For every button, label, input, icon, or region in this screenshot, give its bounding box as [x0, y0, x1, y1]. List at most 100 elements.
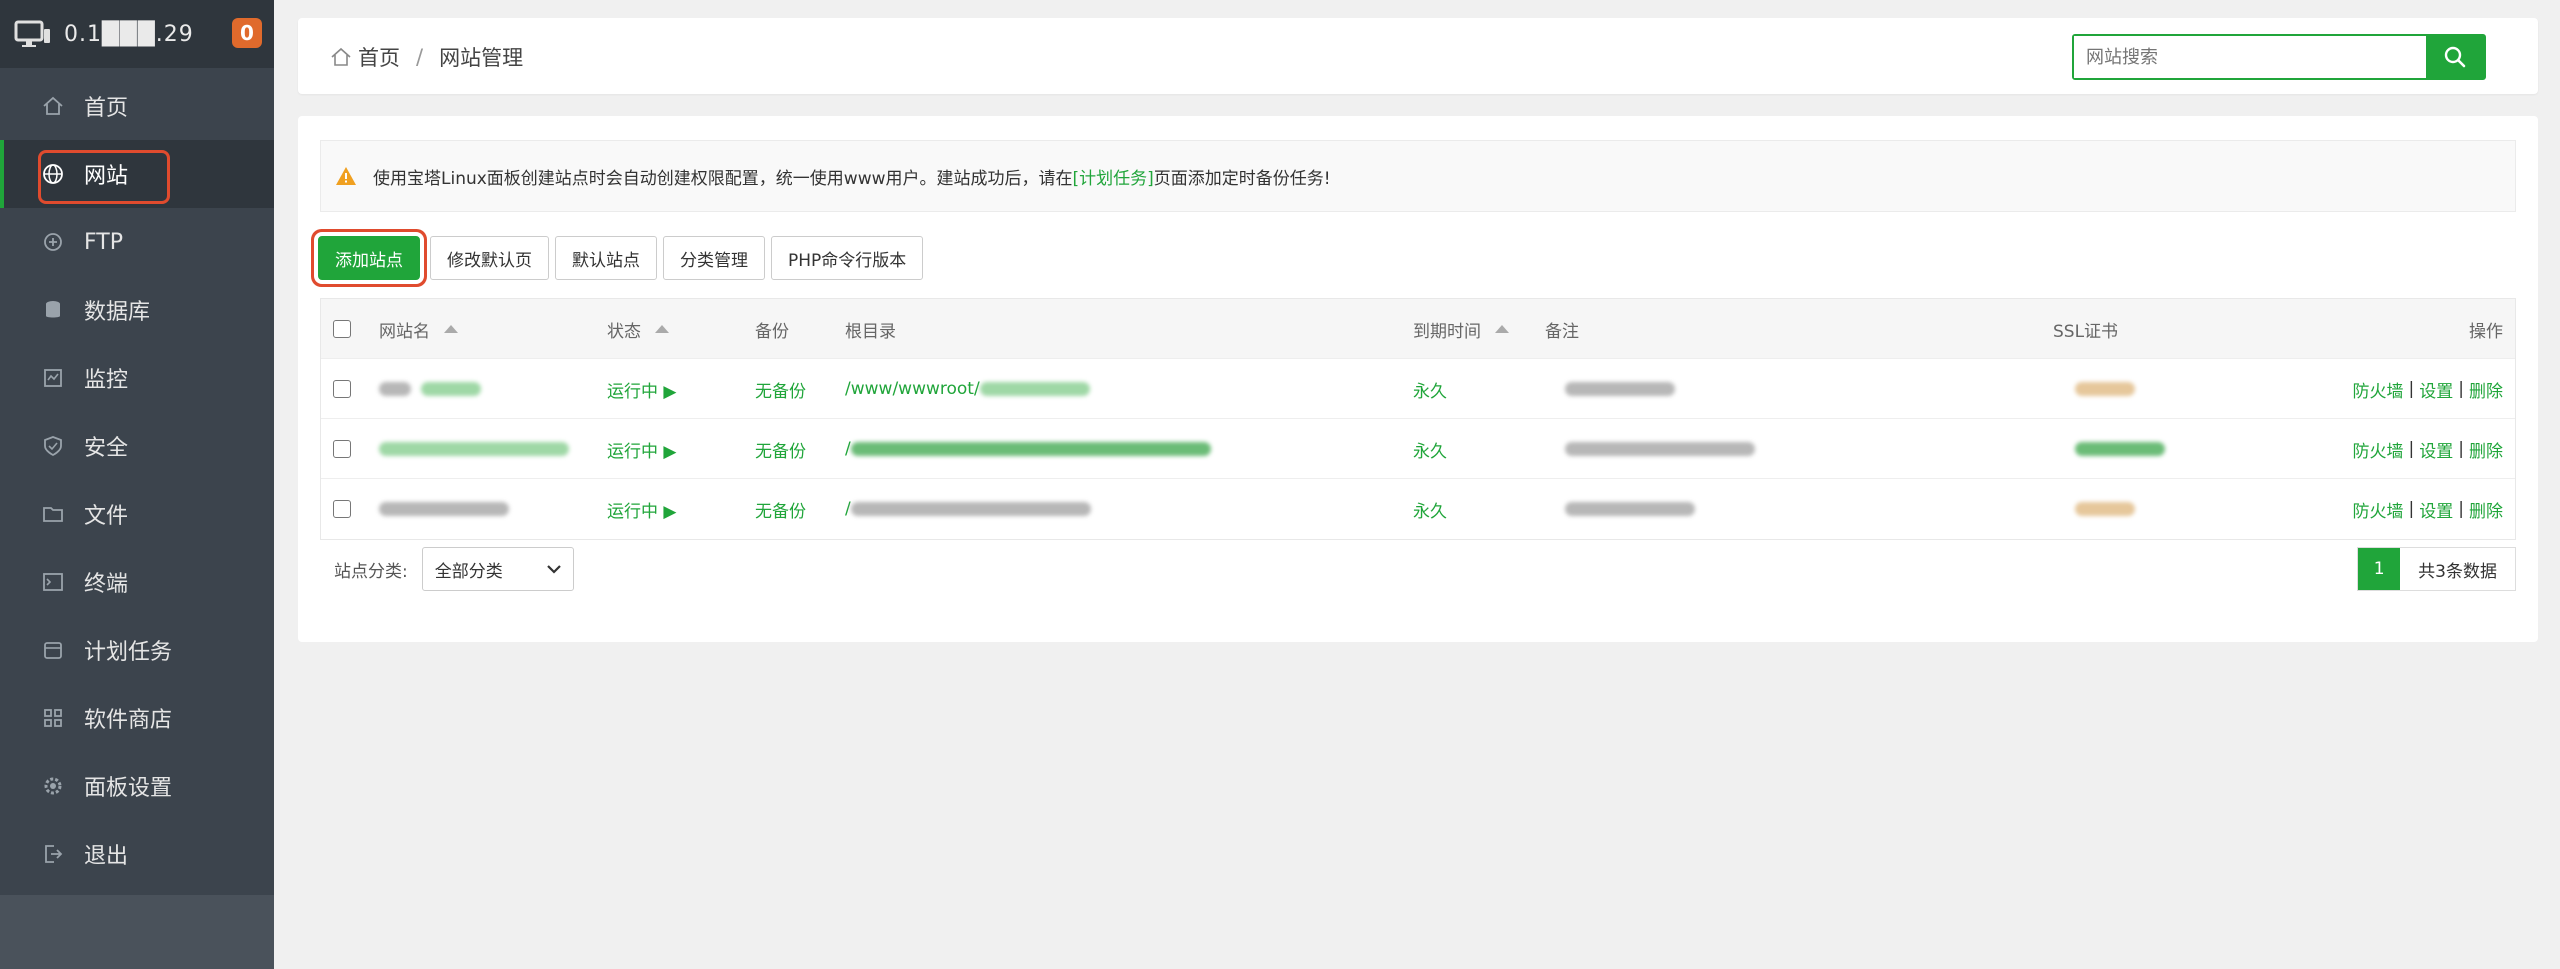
sort-icon	[444, 325, 458, 333]
breadcrumb-home[interactable]: 首页	[358, 42, 400, 72]
monitor-icon	[14, 20, 50, 47]
header-label: 状态	[607, 321, 641, 342]
settings-link[interactable]: 设置	[2419, 377, 2453, 402]
backup-none[interactable]: 无备份	[755, 419, 806, 479]
notification-badge[interactable]: 0	[232, 18, 262, 48]
separator: |	[2408, 499, 2415, 519]
chevron-down-icon	[546, 565, 561, 574]
category-manage-button[interactable]: 分类管理	[663, 236, 765, 280]
site-name[interactable]	[379, 479, 509, 539]
sidebar-item-database[interactable]: 数据库	[0, 276, 274, 344]
redacted-text	[379, 502, 509, 516]
gear-icon	[40, 773, 66, 799]
sidebar-item-cron[interactable]: 计划任务	[0, 616, 274, 684]
php-cli-version-button[interactable]: PHP命令行版本	[771, 236, 924, 280]
main-panel: 使用宝塔Linux面板创建站点时会自动创建权限配置，统一使用www用户。建站成功…	[298, 116, 2538, 642]
sidebar-item-store[interactable]: 软件商店	[0, 684, 274, 752]
col-status[interactable]: 状态	[607, 299, 669, 359]
sidebar-item-home[interactable]: 首页	[0, 72, 274, 140]
remark[interactable]	[1565, 419, 1755, 479]
calendar-icon	[40, 637, 66, 663]
firewall-link[interactable]: 防火墙	[2353, 377, 2404, 402]
status-running[interactable]: 运行中 ▶	[607, 419, 676, 479]
root-dir[interactable]: /	[845, 479, 1091, 539]
settings-link[interactable]: 设置	[2419, 437, 2453, 462]
edit-default-page-button[interactable]: 修改默认页	[430, 236, 549, 280]
logout-icon	[40, 841, 66, 867]
page-button-current[interactable]: 1	[2358, 548, 2401, 590]
category-select[interactable]: 全部分类	[421, 547, 574, 591]
select-all-checkbox[interactable]	[333, 320, 351, 338]
redacted-text	[1565, 382, 1675, 396]
row-checkbox[interactable]	[333, 440, 351, 458]
firewall-link[interactable]: 防火墙	[2353, 497, 2404, 522]
sidebar-item-settings[interactable]: 面板设置	[0, 752, 274, 820]
remark[interactable]	[1565, 479, 1695, 539]
breadcrumb: 首页 / 网站管理	[330, 42, 523, 72]
root-dir[interactable]: /www/wwwroot/	[845, 359, 1090, 419]
sidebar-item-logout[interactable]: 退出	[0, 820, 274, 888]
search-input[interactable]	[2074, 36, 2426, 78]
header-label: 到期时间	[1413, 321, 1481, 342]
table-header: 网站名 状态 备份 根目录 到期时间 备注 SSL证书 操作	[321, 299, 2515, 359]
site-name[interactable]	[379, 359, 481, 419]
notice-text-end: 页面添加定时备份任务!	[1153, 168, 1331, 189]
server-host: 0.1███.29	[64, 21, 194, 47]
sidebar-item-website[interactable]: 网站	[0, 140, 274, 208]
add-site-button[interactable]: 添加站点	[318, 236, 420, 280]
ssl-cert[interactable]	[2075, 419, 2165, 479]
header-label: 备份	[755, 321, 789, 342]
sort-icon	[655, 325, 669, 333]
col-name[interactable]: 网站名	[379, 299, 458, 359]
globe-icon	[40, 161, 66, 187]
search-button[interactable]	[2426, 36, 2484, 78]
default-site-button[interactable]: 默认站点	[555, 236, 657, 280]
expire-forever[interactable]: 永久	[1413, 479, 1447, 539]
redacted-text	[2075, 442, 2165, 456]
redacted-text	[1565, 502, 1695, 516]
ssl-cert[interactable]	[2075, 479, 2135, 539]
row-ops: 防火墙 | 设置 | 删除	[2353, 479, 2503, 539]
row-checkbox[interactable]	[333, 500, 351, 518]
remark[interactable]	[1565, 359, 1675, 419]
cron-link[interactable]: [计划任务]	[1073, 164, 1154, 189]
expire-forever[interactable]: 永久	[1413, 359, 1447, 419]
root-dir-text: /	[845, 499, 851, 519]
row-checkbox[interactable]	[333, 380, 351, 398]
separator: |	[2458, 439, 2464, 459]
site-name[interactable]	[379, 419, 569, 479]
sidebar-item-monitor[interactable]: 监控	[0, 344, 274, 412]
breadcrumb-current: 网站管理	[439, 46, 524, 70]
status-running[interactable]: 运行中 ▶	[607, 479, 676, 539]
table-row: 运行中 ▶ 无备份 / 永久 防火墙 | 设置 | 删除	[321, 419, 2515, 479]
redacted-text	[2075, 502, 2135, 516]
terminal-icon	[40, 569, 66, 595]
ssl-cert[interactable]	[2075, 359, 2135, 419]
table-row: 运行中 ▶ 无备份 /www/wwwroot/ 永久 防火墙 | 设置 | 删除	[321, 359, 2515, 419]
sidebar-item-terminal[interactable]: 终端	[0, 548, 274, 616]
sidebar-item-files[interactable]: 文件	[0, 480, 274, 548]
status-running[interactable]: 运行中 ▶	[607, 359, 676, 419]
sidebar-item-security[interactable]: 安全	[0, 412, 274, 480]
firewall-link[interactable]: 防火墙	[2353, 437, 2404, 462]
settings-link[interactable]: 设置	[2419, 497, 2453, 522]
backup-none[interactable]: 无备份	[755, 359, 806, 419]
expire-forever[interactable]: 永久	[1413, 419, 1447, 479]
site-search	[2072, 34, 2486, 80]
shield-icon	[40, 433, 66, 459]
category-selected: 全部分类	[434, 561, 503, 582]
sidebar-item-label: FTP	[84, 229, 123, 255]
backup-none[interactable]: 无备份	[755, 479, 806, 539]
delete-link[interactable]: 删除	[2469, 497, 2503, 522]
delete-link[interactable]: 删除	[2469, 437, 2503, 462]
col-expire[interactable]: 到期时间	[1413, 299, 1509, 359]
sidebar-item-label: 计划任务	[84, 640, 173, 665]
grid-icon	[40, 705, 66, 731]
delete-link[interactable]: 删除	[2469, 377, 2503, 402]
col-root: 根目录	[845, 299, 896, 359]
warning-icon	[336, 167, 356, 185]
home-icon[interactable]	[330, 46, 352, 68]
notice-bar: 使用宝塔Linux面板创建站点时会自动创建权限配置，统一使用www用户。建站成功…	[320, 140, 2516, 212]
sidebar-item-ftp[interactable]: FTP	[0, 208, 274, 276]
root-dir[interactable]: /	[845, 419, 1211, 479]
